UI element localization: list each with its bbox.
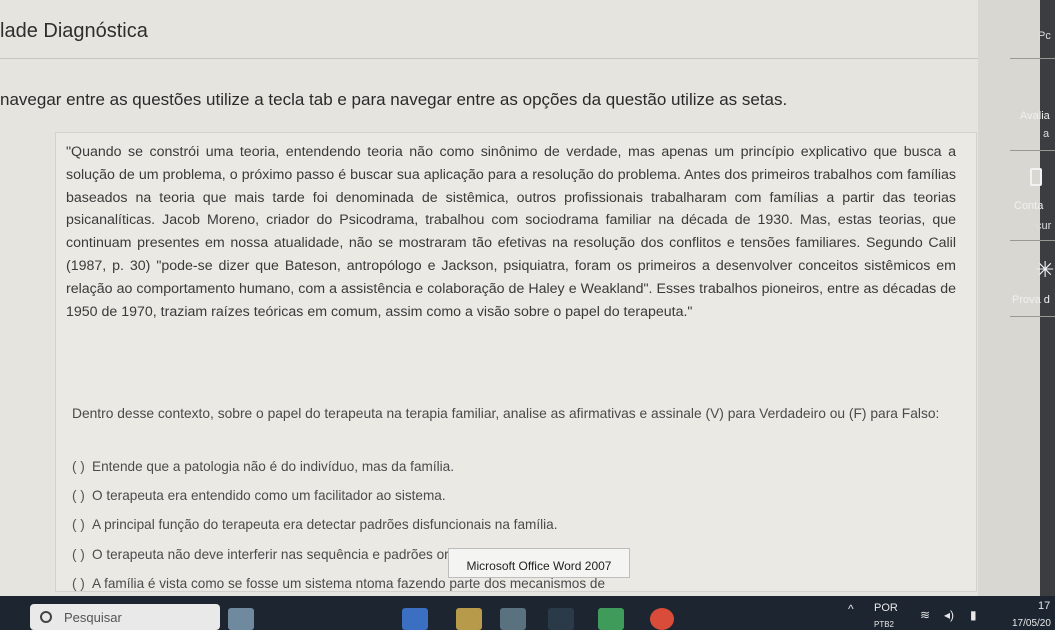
side-divider — [1010, 240, 1055, 241]
wifi-icon[interactable]: ≋ — [920, 608, 930, 622]
option-checkbox[interactable]: ( ) — [72, 517, 92, 532]
option-2[interactable]: ( ) O terapeuta era entendido como um fa… — [72, 484, 956, 506]
header-divider — [0, 58, 978, 59]
file-explorer-icon[interactable] — [456, 608, 482, 630]
taskbar-tooltip: Microsoft Office Word 2007 — [448, 548, 630, 578]
tooltip-text: Microsoft Office Word 2007 — [466, 559, 612, 573]
side-item-avaliacao[interactable]: Avalia — [1020, 110, 1050, 122]
search-placeholder: Pesquisar — [64, 609, 122, 625]
option-label: A principal função do terapeuta era dete… — [92, 517, 558, 533]
battery-icon[interactable]: ▮ — [970, 608, 977, 622]
side-item-curso: cur — [1036, 220, 1052, 232]
question-quote: "Quando se constrói uma teoria, entenden… — [66, 144, 956, 320]
option-checkbox[interactable]: ( ) — [72, 576, 92, 591]
weather-icon[interactable] — [228, 608, 254, 630]
option-1[interactable]: ( ) Entende que a patologia não é do ind… — [72, 455, 956, 477]
option-checkbox[interactable]: ( ) — [72, 459, 92, 474]
side-item-p[interactable]: Pc — [1038, 30, 1051, 42]
volume-icon[interactable]: ◂) — [944, 608, 954, 622]
language-indicator[interactable]: POR — [874, 602, 898, 614]
option-label: Entende que a patologia não é do indivíd… — [92, 458, 454, 474]
question-prompt: Dentro desse contexto, sobre o papel do … — [72, 406, 940, 421]
side-item-conteudo[interactable]: Conta — [1014, 200, 1043, 212]
chrome-icon[interactable] — [650, 608, 674, 630]
clock-time[interactable]: 17 — [1038, 600, 1050, 612]
side-divider — [1010, 150, 1055, 151]
search-icon — [40, 611, 52, 623]
option-label: A família é vista como se fosse um siste… — [92, 576, 606, 592]
navigation-instructions: navegar entre as questões utilize a tecl… — [0, 90, 788, 109]
page-title: lade Diagnóstica — [0, 20, 148, 42]
clock-date[interactable]: 17/05/20 — [1012, 618, 1051, 629]
language-sub: PTB2 — [874, 620, 895, 629]
taskbar-search[interactable]: Pesquisar — [30, 604, 220, 630]
tray-chevron-icon[interactable]: ^ — [848, 602, 854, 616]
side-item-a: a — [1043, 128, 1050, 140]
side-divider — [1010, 58, 1055, 59]
option-3[interactable]: ( ) A principal função do terapeuta era … — [72, 514, 956, 536]
store-icon[interactable] — [598, 608, 624, 630]
taskbar: Pesquisar ^ POR PTB2 ≋ ◂) ▮ 17 17/05/20 — [0, 596, 1055, 630]
option-checkbox[interactable]: ( ) — [72, 547, 92, 562]
question-card: "Quando se constrói uma teoria, entenden… — [55, 132, 977, 592]
document-icon[interactable] — [1030, 168, 1042, 186]
side-divider — [1010, 316, 1055, 317]
side-item-prova[interactable]: Prova d — [1012, 294, 1050, 306]
word-icon[interactable] — [548, 608, 574, 630]
task-view-icon[interactable] — [402, 608, 428, 630]
option-checkbox[interactable]: ( ) — [72, 488, 92, 503]
option-label: O terapeuta era entendido como um facili… — [92, 487, 446, 503]
asterisk-icon[interactable]: ✳ — [1036, 258, 1054, 283]
mail-icon[interactable] — [500, 608, 526, 630]
